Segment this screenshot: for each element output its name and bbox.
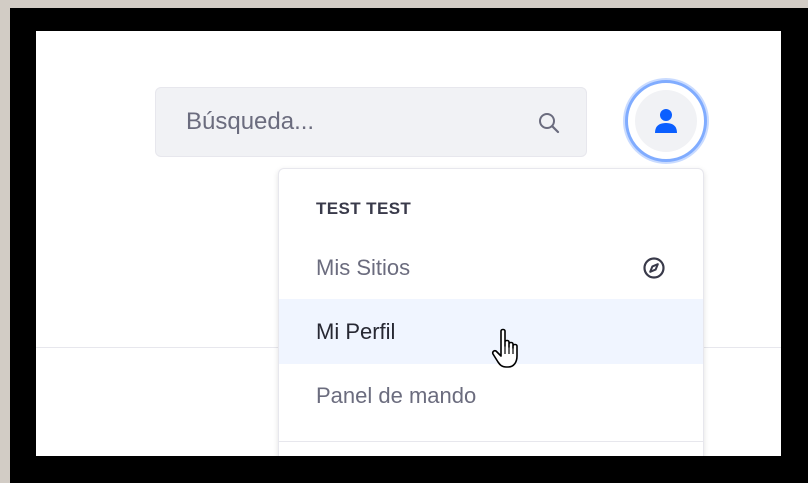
menu-item-label: Mi Perfil (316, 319, 396, 344)
search-bar[interactable] (155, 87, 587, 157)
page-viewport: TEST TEST Mis Sitios Mi Perfil Panel de … (36, 31, 781, 456)
user-name-header: TEST TEST (316, 199, 412, 218)
avatar (635, 90, 697, 152)
menu-item-label: Mis Sitios (316, 255, 411, 280)
menu-divider (279, 441, 703, 442)
menu-item-mis-sitios[interactable]: Mis Sitios (279, 235, 703, 300)
user-menu-dropdown: TEST TEST Mis Sitios Mi Perfil Panel de … (278, 168, 704, 456)
search-icon[interactable] (538, 112, 560, 134)
search-input[interactable] (156, 88, 586, 156)
menu-item-label: Panel de mando (316, 383, 477, 408)
compass-icon (643, 257, 665, 279)
hand-pointer-icon (491, 328, 518, 368)
user-avatar-button[interactable] (625, 80, 707, 162)
user-icon (655, 109, 677, 133)
